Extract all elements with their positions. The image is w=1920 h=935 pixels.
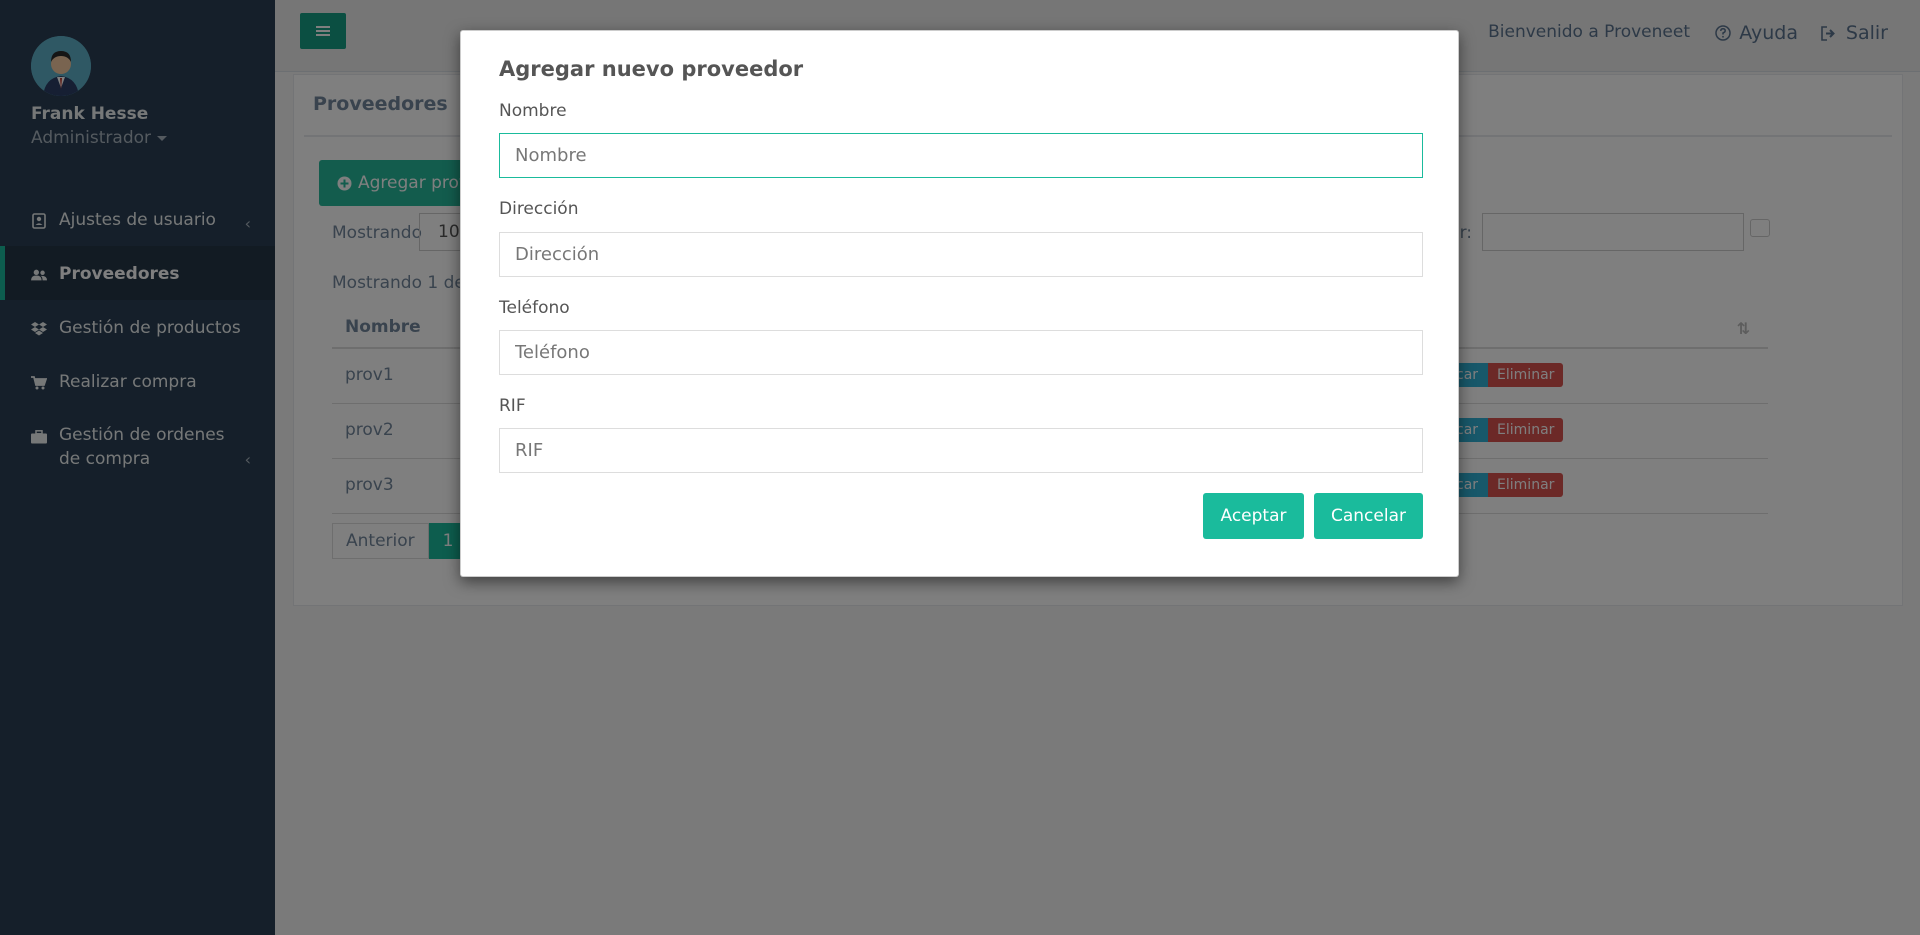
telefono-label: Teléfono <box>499 298 570 318</box>
rif-label: RIF <box>499 396 526 416</box>
direccion-label: Dirección <box>499 199 579 219</box>
accept-button[interactable]: Aceptar <box>1203 493 1304 539</box>
direccion-input[interactable] <box>499 232 1423 277</box>
rif-input[interactable] <box>499 428 1423 473</box>
modal-title: Agregar nuevo proveedor <box>499 57 804 81</box>
telefono-input[interactable] <box>499 330 1423 375</box>
nombre-input[interactable] <box>499 133 1423 178</box>
add-provider-modal: Agregar nuevo proveedor Nombre Dirección… <box>460 30 1459 577</box>
nombre-label: Nombre <box>499 101 567 121</box>
cancel-button[interactable]: Cancelar <box>1314 493 1423 539</box>
